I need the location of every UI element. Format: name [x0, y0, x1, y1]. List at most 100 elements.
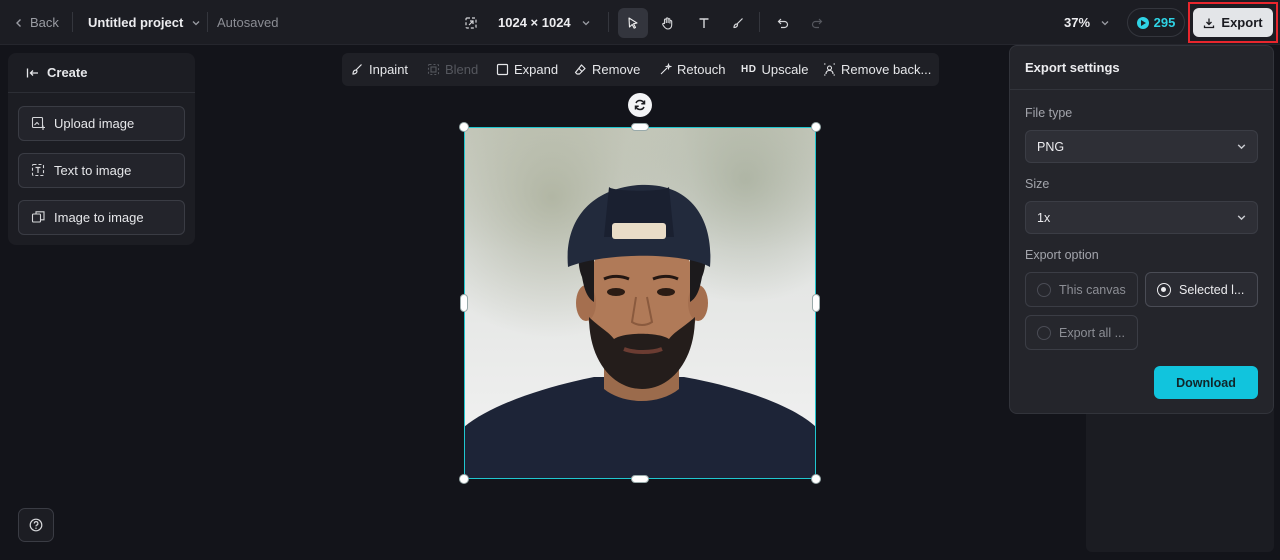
resize-icon	[465, 16, 477, 29]
chevron-down-icon	[582, 20, 590, 25]
create-panel: Create Upload image Text to image Image …	[8, 53, 195, 245]
export-label: Export	[1221, 15, 1263, 30]
option-label: Selected l...	[1179, 282, 1245, 297]
upload-image-button[interactable]: Upload image	[18, 106, 185, 141]
inpaint-button[interactable]: Inpaint	[351, 53, 408, 86]
resize-handle-top-left[interactable]	[459, 122, 469, 132]
canvas-size-dropdown[interactable]: 1024 × 1024	[498, 0, 591, 45]
text-to-image-icon	[31, 163, 45, 177]
option-export-all[interactable]: Export all ...	[1025, 315, 1138, 350]
download-icon	[1204, 18, 1215, 28]
file-type-value: PNG	[1037, 139, 1065, 154]
resize-handle-top[interactable]	[631, 123, 649, 131]
file-type-label: File type	[1025, 106, 1073, 120]
help-icon	[29, 518, 43, 532]
inpaint-label: Inpaint	[369, 62, 409, 77]
project-name: Untitled project	[88, 15, 184, 30]
download-button[interactable]: Download	[1154, 366, 1258, 399]
remove-label: Remove	[592, 62, 641, 77]
resize-handle-left[interactable]	[460, 294, 468, 312]
undo-icon	[777, 18, 789, 29]
create-title: Create	[47, 65, 88, 80]
expand-button[interactable]: Expand	[496, 53, 558, 86]
remove-background-icon	[824, 63, 835, 76]
credits-icon	[1136, 16, 1149, 29]
divider	[608, 12, 609, 32]
blend-button[interactable]: Blend	[427, 53, 478, 86]
text-to-image-label: Text to image	[54, 163, 132, 178]
chevron-left-icon	[16, 18, 21, 27]
radio-selected-icon	[1157, 282, 1171, 297]
remove-background-button[interactable]: Remove back...	[823, 53, 931, 86]
hand-icon	[661, 16, 672, 30]
expand-icon	[496, 63, 509, 76]
blend-label: Blend	[445, 62, 479, 77]
top-bar: Back Untitled project Autosaved 1024 × 1…	[0, 0, 1280, 45]
retouch-icon	[660, 63, 672, 75]
radio-icon	[1037, 282, 1051, 297]
resize-handle-right[interactable]	[812, 294, 820, 312]
resize-handle-top-right[interactable]	[811, 122, 821, 132]
export-option-label: Export option	[1025, 248, 1099, 262]
file-type-select[interactable]: PNG	[1025, 130, 1258, 163]
chevron-down-icon	[1237, 144, 1246, 150]
resize-handle-bottom-left[interactable]	[459, 474, 469, 484]
divider	[759, 12, 760, 32]
hand-tool[interactable]	[652, 8, 682, 38]
export-settings-title: Export settings	[1025, 60, 1120, 75]
brush-icon	[733, 18, 743, 29]
export-button[interactable]: Export	[1193, 8, 1273, 37]
selection-border	[464, 127, 816, 479]
credits-badge[interactable]: 295	[1127, 8, 1185, 37]
project-name-dropdown[interactable]: Untitled project	[88, 0, 201, 45]
upscale-label: Upscale	[761, 62, 809, 77]
blend-icon	[427, 63, 440, 76]
hd-badge: HD	[741, 64, 757, 75]
properties-panel	[1086, 405, 1274, 552]
remove-background-label: Remove back...	[841, 62, 932, 77]
image-to-image-icon	[31, 211, 45, 223]
divider	[1010, 89, 1273, 90]
autosave-status: Autosaved	[217, 15, 279, 30]
cursor-icon	[628, 17, 638, 29]
text-icon	[699, 18, 709, 28]
resize-handle-bottom[interactable]	[631, 475, 649, 483]
create-header[interactable]: Create	[8, 53, 195, 93]
image-edit-toolbar: Inpaint Blend Expand Remove Retouch HD U…	[342, 53, 939, 86]
resize-canvas-button[interactable]	[464, 0, 478, 45]
regenerate-button[interactable]	[628, 93, 652, 117]
upload-image-label: Upload image	[54, 116, 135, 131]
back-button[interactable]: Back	[14, 0, 59, 45]
size-select[interactable]: 1x	[1025, 201, 1258, 234]
undo-button[interactable]	[768, 8, 798, 38]
help-button[interactable]	[18, 508, 54, 542]
select-tool[interactable]	[618, 8, 648, 38]
option-selected-layers[interactable]: Selected l...	[1145, 272, 1258, 307]
arrow-left-icon	[26, 68, 38, 77]
size-value: 1x	[1037, 210, 1051, 225]
divider	[72, 12, 73, 32]
upscale-button[interactable]: HD Upscale	[741, 53, 808, 86]
expand-label: Expand	[514, 62, 559, 77]
size-label: Size	[1025, 177, 1050, 191]
canvas-dimensions: 1024 × 1024	[498, 15, 571, 30]
image-to-image-button[interactable]: Image to image	[18, 200, 185, 235]
divider	[207, 12, 208, 32]
retouch-label: Retouch	[677, 62, 726, 77]
redo-button[interactable]	[802, 8, 832, 38]
redo-icon	[811, 18, 823, 29]
zoom-dropdown[interactable]: 37%	[1064, 0, 1110, 45]
brush-tool[interactable]	[723, 8, 753, 38]
back-label: Back	[30, 15, 59, 30]
upload-image-icon	[31, 116, 45, 130]
option-this-canvas[interactable]: This canvas	[1025, 272, 1138, 307]
inpaint-icon	[352, 64, 362, 75]
remove-button[interactable]: Remove	[574, 53, 640, 86]
radio-icon	[1037, 325, 1051, 340]
chevron-down-icon	[192, 20, 200, 25]
text-to-image-button[interactable]: Text to image	[18, 153, 185, 188]
resize-handle-bottom-right[interactable]	[811, 474, 821, 484]
text-tool[interactable]	[689, 8, 719, 38]
canvas-image[interactable]	[459, 122, 821, 484]
retouch-button[interactable]: Retouch	[659, 53, 725, 86]
